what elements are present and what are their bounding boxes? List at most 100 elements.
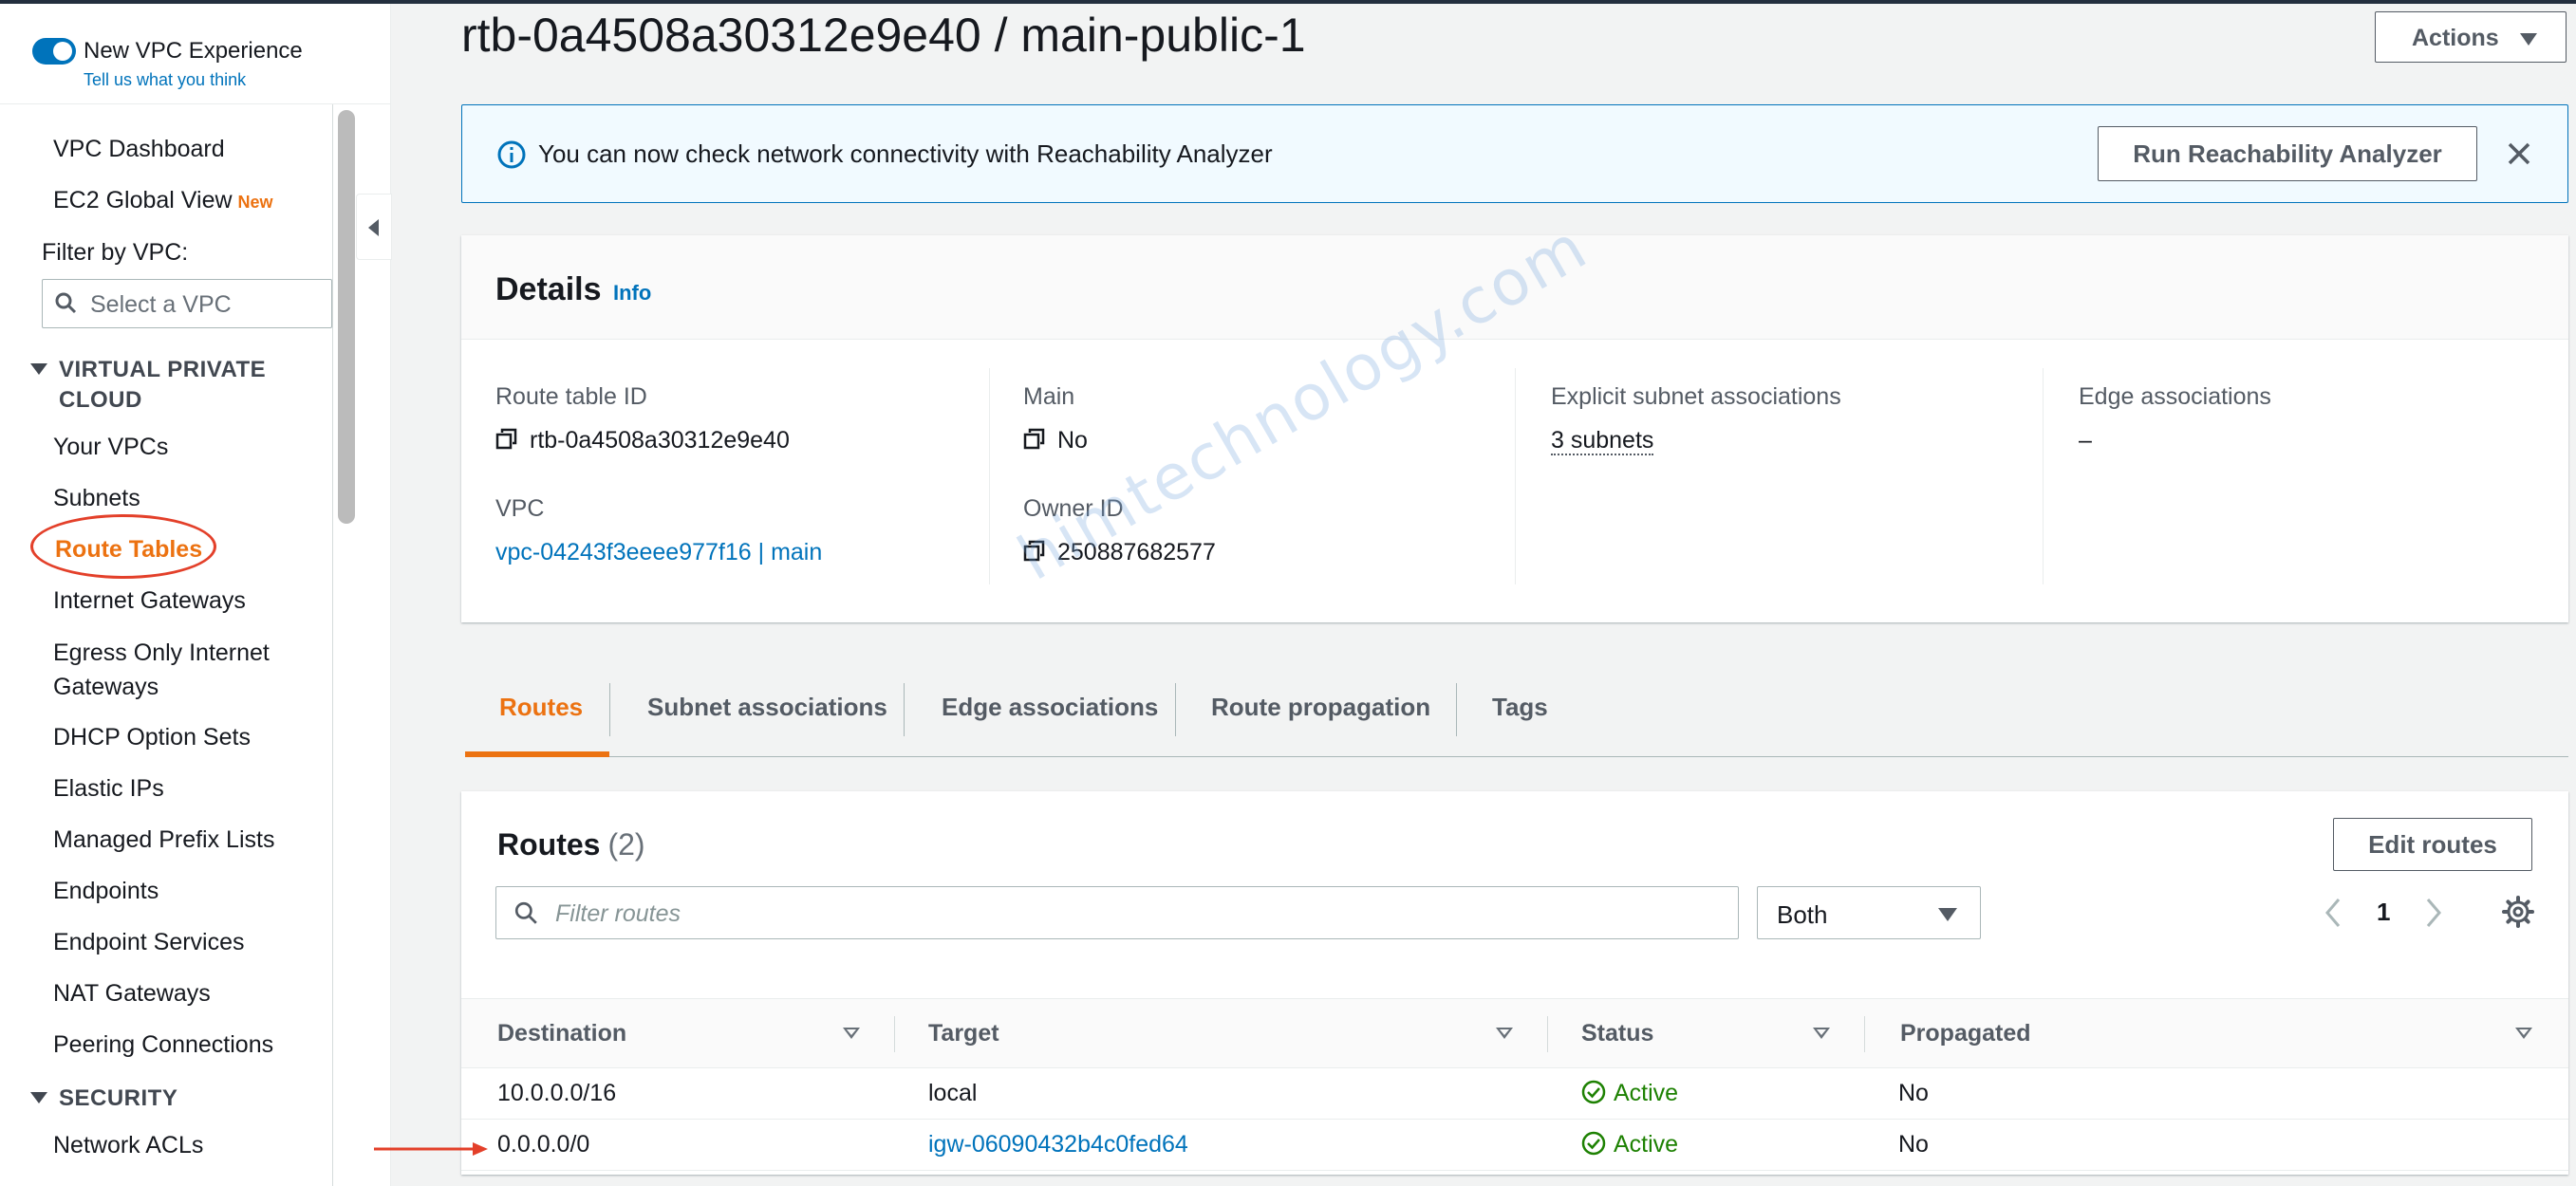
route-type-value: Both	[1777, 900, 1828, 929]
section-title: SECURITY	[59, 1085, 178, 1111]
vpc-select-placeholder: Select a VPC	[90, 291, 232, 318]
edge-associations-value: –	[2079, 427, 2092, 454]
chevron-left-icon[interactable]	[2322, 896, 2344, 930]
tab-separator	[904, 683, 905, 736]
column-header-status[interactable]: Status	[1581, 1020, 1653, 1047]
route-target-link[interactable]: igw-06090432b4c0fed64	[928, 1131, 1188, 1158]
sort-icon[interactable]	[1813, 1028, 1830, 1039]
sidebar-item-vpc-dashboard[interactable]: VPC Dashboard	[53, 133, 225, 165]
filter-by-vpc-label: Filter by VPC:	[42, 239, 189, 266]
explicit-subnet-text: 3 subnets	[1551, 427, 1654, 455]
page-title: rtb-0a4508a30312e9e40 / main-public-1	[461, 9, 1306, 62]
route-status-text: Active	[1614, 1080, 1679, 1106]
run-reachability-analyzer-button[interactable]: Run Reachability Analyzer	[2098, 126, 2477, 181]
main-label: Main	[1023, 383, 1075, 410]
section-security[interactable]: SECURITY	[30, 1084, 177, 1114]
copy-icon[interactable]	[1023, 428, 1046, 451]
column-header-target[interactable]: Target	[928, 1020, 999, 1047]
new-badge: New	[237, 193, 273, 212]
route-status: Active	[1581, 1080, 1678, 1107]
section-title: VIRTUAL PRIVATE CLOUD	[59, 357, 267, 413]
routes-count: (2)	[607, 827, 645, 862]
vpc-label: VPC	[495, 495, 545, 522]
tab-separator	[1175, 683, 1176, 736]
column-header-destination[interactable]: Destination	[497, 1020, 626, 1047]
sidebar-item-your-vpcs[interactable]: Your VPCs	[53, 431, 168, 463]
annotation-arrow-icon	[374, 1142, 488, 1156]
sort-icon[interactable]	[1496, 1028, 1513, 1039]
route-table-id-label: Route table ID	[495, 383, 647, 410]
route-propagated: No	[1898, 1131, 1929, 1158]
route-propagated: No	[1898, 1080, 1929, 1106]
table-row[interactable]: 0.0.0.0/0 igw-06090432b4c0fed64 Active N…	[461, 1120, 2568, 1171]
actions-button-label: Actions	[2412, 25, 2499, 51]
main-text: No	[1057, 427, 1088, 454]
route-destination: 10.0.0.0/16	[497, 1080, 617, 1106]
tab-subnet-associations[interactable]: Subnet associations	[647, 693, 887, 722]
routes-table-header: Destination Target Status Propagated	[461, 998, 2568, 1068]
table-row[interactable]: 10.0.0.0/16 local Active No	[461, 1068, 2568, 1120]
sidebar-item-managed-prefix-lists[interactable]: Managed Prefix Lists	[53, 824, 274, 856]
gear-icon[interactable]	[2502, 896, 2534, 928]
tab-separator	[609, 683, 610, 736]
sidebar-item-egress-only-internet-gateways[interactable]: Egress Only Internet Gateways	[53, 636, 300, 704]
main-value: No	[1023, 427, 1088, 454]
vpc-link[interactable]: vpc-04243f3eeee977f16 | main	[495, 539, 822, 566]
route-type-select[interactable]: Both	[1757, 886, 1981, 939]
sidebar-collapse-button[interactable]	[356, 194, 392, 260]
tab-separator	[1456, 683, 1457, 736]
feedback-link[interactable]: Tell us what you think	[84, 70, 246, 90]
info-link[interactable]: Info	[613, 281, 651, 306]
sort-icon[interactable]	[843, 1028, 860, 1039]
tab-edge-associations[interactable]: Edge associations	[942, 693, 1158, 722]
routes-title: Routes (2)	[497, 827, 645, 862]
tab-route-propagation[interactable]: Route propagation	[1211, 693, 1430, 722]
new-vpc-experience-toggle[interactable]	[32, 38, 76, 65]
edit-routes-button[interactable]: Edit routes	[2333, 818, 2532, 871]
column-divider[interactable]	[894, 1016, 895, 1052]
vpc-filter-select[interactable]: Select a VPC	[42, 279, 332, 328]
status-success-icon	[1581, 1081, 1606, 1104]
info-flashbar: You can now check network connectivity w…	[461, 104, 2568, 203]
copy-icon[interactable]	[495, 428, 518, 451]
actions-button[interactable]: Actions	[2375, 11, 2567, 63]
sidebar-item-nat-gateways[interactable]: NAT Gateways	[53, 977, 211, 1010]
sidebar-item-elastic-ips[interactable]: Elastic IPs	[53, 772, 164, 805]
sidebar-item-subnets[interactable]: Subnets	[53, 482, 140, 514]
route-target: local	[928, 1080, 978, 1106]
tab-routes[interactable]: Routes	[499, 693, 583, 722]
column-header-propagated[interactable]: Propagated	[1900, 1020, 2031, 1047]
sidebar-item-endpoints[interactable]: Endpoints	[53, 875, 159, 907]
annotation-circle	[30, 514, 216, 579]
caret-down-icon	[2520, 33, 2537, 46]
explicit-subnet-associations-label: Explicit subnet associations	[1551, 383, 1841, 410]
column-divider	[2043, 368, 2044, 584]
chevron-right-icon[interactable]	[2422, 896, 2445, 930]
sort-icon[interactable]	[2515, 1028, 2532, 1039]
column-divider[interactable]	[1864, 1016, 1865, 1052]
close-icon[interactable]	[2503, 138, 2535, 170]
sidebar-item-ec2-global-view[interactable]: EC2 Global View New	[53, 184, 273, 218]
tab-tags[interactable]: Tags	[1492, 693, 1548, 722]
column-divider[interactable]	[1547, 1016, 1548, 1052]
sidebar-scrollbar[interactable]	[338, 110, 355, 524]
sidebar-item-dhcp-option-sets[interactable]: DHCP Option Sets	[53, 721, 251, 753]
active-tab-underline	[465, 751, 609, 757]
page-number[interactable]: 1	[2377, 898, 2390, 927]
routes-panel: Routes (2) Edit routes Filter routes Both…	[461, 791, 2568, 1175]
sidebar-item-internet-gateways[interactable]: Internet Gateways	[53, 584, 246, 617]
search-icon	[55, 292, 77, 314]
caret-down-icon	[1938, 908, 1957, 921]
sidebar-item-network-acls[interactable]: Network ACLs	[53, 1129, 203, 1161]
sidebar: New VPC Experience Tell us what you thin…	[0, 4, 391, 1186]
section-virtual-private-cloud[interactable]: VIRTUAL PRIVATE CLOUD	[30, 355, 287, 416]
routes-title-text: Routes	[497, 827, 601, 862]
filter-routes-input[interactable]: Filter routes	[495, 886, 1739, 939]
explicit-subnet-associations-value[interactable]: 3 subnets	[1551, 427, 1654, 455]
sidebar-item-endpoint-services[interactable]: Endpoint Services	[53, 926, 245, 958]
new-vpc-experience-label: New VPC Experience	[84, 38, 303, 64]
toggle-knob	[53, 42, 72, 61]
info-icon	[497, 140, 526, 169]
sidebar-item-peering-connections[interactable]: Peering Connections	[53, 1028, 273, 1061]
sidebar-header: New VPC Experience Tell us what you thin…	[0, 4, 390, 104]
